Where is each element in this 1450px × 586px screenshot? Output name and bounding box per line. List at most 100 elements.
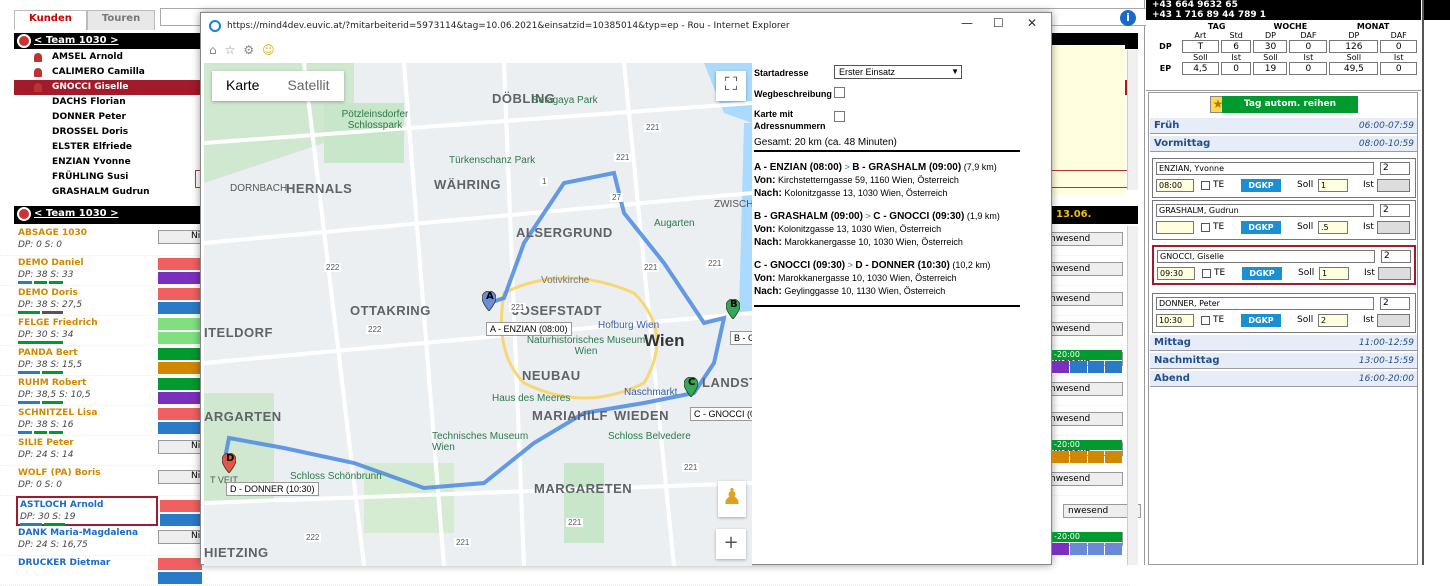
ist-input[interactable] [1377, 179, 1410, 192]
close-icon[interactable]: ✕ [1027, 16, 1037, 30]
road-number: 221 [682, 463, 700, 472]
customer-name: GRASHALM Gudrun [52, 187, 150, 197]
adressnummern-checkbox[interactable] [834, 111, 845, 122]
tab-touren[interactable]: Touren [86, 10, 156, 30]
employee-name: RUHM Robert [18, 378, 87, 388]
visit-number[interactable]: 2 [1380, 162, 1410, 175]
wegbeschreibung-checkbox[interactable] [834, 87, 845, 98]
visit-card[interactable]: DONNER, Peter 2 10:30 TE DGKP Soll 2 Ist [1152, 293, 1416, 333]
tour-blocks-3: -20:00 [1052, 532, 1122, 560]
employee-dp: DP: 38 S: 33 [18, 270, 74, 280]
te-checkbox[interactable] [1201, 223, 1210, 232]
visit-card[interactable]: ENZIAN, Yvonne 2 08:00 TE DGKP Soll 1 Ist [1152, 158, 1416, 198]
employee-button[interactable]: Ni [158, 470, 202, 484]
employee-name: DEMO Daniel [18, 258, 84, 268]
soll-input[interactable]: 2 [1318, 314, 1348, 327]
city-label-wien: Wien [644, 331, 685, 350]
visit-number[interactable]: 2 [1380, 204, 1410, 217]
panel-tabs: Kunden Touren [14, 10, 156, 30]
visit-card[interactable]: GNOCCI, Giselle 2 09:30 TE DGKP Soll 1 Ist [1152, 245, 1416, 285]
ie-toolbar: ⌂ ☆ ⚙ ☺ [201, 39, 1051, 61]
dgkp-badge[interactable]: DGKP [1241, 221, 1281, 234]
marker-letter: B [730, 299, 738, 310]
map-tab-satellit[interactable]: Satellit [273, 71, 343, 101]
team-link-1[interactable]: < Team 1030 > [34, 35, 118, 46]
soll-input[interactable]: 1 [1319, 267, 1349, 280]
ist-input[interactable] [1377, 314, 1410, 327]
settings-gear-icon[interactable]: ⚙ [243, 43, 254, 57]
customer-name: AMSEL Arnold [52, 52, 123, 62]
startadresse-select[interactable]: Erster Einsatz ▼ [834, 65, 962, 79]
info-icon[interactable]: i [1120, 10, 1136, 26]
adressnummern-label: Adressnummern [754, 121, 826, 131]
employee-button[interactable]: Ni [158, 530, 202, 544]
stats-sub: DP [1348, 31, 1360, 40]
maximize-icon[interactable]: ☐ [993, 16, 1004, 30]
fullscreen-icon[interactable]: ⛶ [716, 71, 746, 101]
visit-name[interactable]: GNOCCI, Giselle [1157, 250, 1375, 263]
employee-button[interactable]: Ni [158, 230, 202, 244]
visit-card[interactable]: GRASHALM, Gudrun 2 TE DGKP Soll .5 Ist [1152, 200, 1416, 240]
zoom-in-button[interactable]: + [716, 529, 746, 559]
slot-mittag[interactable]: Mittag 11:00-12:59 [1150, 335, 1418, 351]
ep-value: 4,5 [1181, 62, 1219, 75]
ep-value: 19 [1253, 62, 1288, 75]
poi-label: Technisches Museum Wien [432, 431, 529, 453]
team-menu-icon-2[interactable] [17, 207, 31, 221]
dgkp-badge[interactable]: DGKP [1241, 314, 1281, 327]
ist-label: Ist [1363, 180, 1374, 190]
soll-input[interactable]: .5 [1318, 221, 1348, 234]
customer-scrollbar[interactable] [1127, 50, 1138, 190]
stats-sub: DAF [1390, 31, 1407, 40]
team-link-2[interactable]: < Team 1030 > [34, 208, 118, 219]
home-icon[interactable]: ⌂ [209, 43, 217, 57]
visit-number[interactable]: 2 [1380, 297, 1410, 310]
stats-hdr: WOCHE [1273, 22, 1308, 31]
employee-row[interactable]: ASTLOCH Arnold DP: 30 S: 19 nwesend [16, 496, 1141, 526]
favorites-star-icon[interactable]: ☆ [225, 43, 236, 57]
slot-abend[interactable]: Abend 16:00-20:00 [1150, 371, 1418, 387]
slot-frueh[interactable]: Früh 06:00-07:59 [1150, 118, 1418, 134]
employee-scrollbar[interactable] [1127, 226, 1138, 565]
smiley-icon[interactable]: ☺ [262, 43, 275, 57]
pegman-icon[interactable]: ♟ [718, 481, 746, 517]
employee-button[interactable]: Ni [158, 440, 202, 454]
employee-name: DANK Maria-Magdalena [18, 528, 139, 538]
ist-input[interactable] [1378, 267, 1411, 280]
team-menu-icon[interactable] [17, 34, 31, 48]
slot-vormittag[interactable]: Vormittag 08:00-10:59 [1150, 136, 1418, 152]
anwesend-button[interactable]: nwesend [1045, 262, 1123, 276]
anwesend-button[interactable]: nwesend [1045, 322, 1123, 336]
poi-label: Schloss Schönbrunn [290, 471, 382, 482]
te-checkbox[interactable] [1202, 269, 1211, 278]
visit-name[interactable]: ENZIAN, Yvonne [1156, 162, 1374, 175]
map-tab-karte[interactable]: Karte [212, 71, 273, 101]
visit-time[interactable]: 10:30 [1156, 314, 1194, 327]
tab-kunden[interactable]: Kunden [14, 10, 87, 30]
ist-input[interactable] [1377, 221, 1410, 234]
auto-arrange-button[interactable]: Tag autom. reihen [1222, 96, 1358, 113]
visit-time[interactable]: 08:00 [1156, 179, 1194, 192]
anwesend-button[interactable]: nwesend [1045, 382, 1123, 396]
employee-blocks [158, 348, 202, 374]
visit-time[interactable]: 09:30 [1157, 267, 1195, 280]
slot-nachmittag[interactable]: Nachmittag 13:00-15:59 [1150, 353, 1418, 369]
dgkp-badge[interactable]: DGKP [1241, 179, 1281, 192]
stats-sub: DP [1264, 31, 1276, 40]
anwesend-button[interactable]: nwesend [1045, 232, 1123, 246]
minimize-icon[interactable]: — [961, 16, 973, 30]
te-checkbox[interactable] [1201, 181, 1210, 190]
te-checkbox[interactable] [1201, 316, 1210, 325]
route-map[interactable]: Karte Satellit ⛶ ♟ + DÖBLING HERNALS WÄH… [204, 63, 752, 566]
dp-value: 0 [1289, 40, 1328, 53]
visit-number[interactable]: 2 [1381, 250, 1411, 263]
anwesend-button[interactable]: nwesend [1045, 412, 1123, 426]
visit-name[interactable]: DONNER, Peter [1156, 297, 1374, 310]
visit-name[interactable]: GRASHALM, Gudrun [1156, 204, 1374, 217]
dgkp-badge[interactable]: DGKP [1242, 267, 1282, 280]
employee-dp: DP: 0 S: 0 [18, 240, 63, 250]
anwesend-button[interactable]: nwesend [1045, 472, 1123, 486]
soll-input[interactable]: 1 [1318, 179, 1348, 192]
anwesend-button[interactable]: nwesend [1045, 292, 1123, 306]
visit-time[interactable] [1156, 221, 1194, 234]
